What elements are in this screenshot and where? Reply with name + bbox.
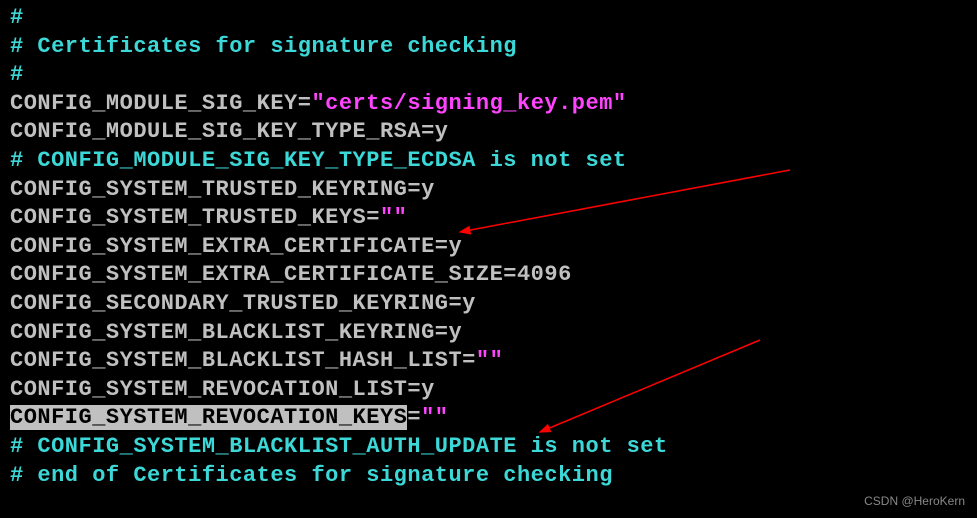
config-line: CONFIG_SYSTEM_EXTRA_CERTIFICATE=y — [10, 233, 967, 262]
equals-sign: = — [435, 234, 449, 259]
config-comment-line: # CONFIG_SYSTEM_BLACKLIST_AUTH_UPDATE is… — [10, 433, 967, 462]
config-line: CONFIG_SYSTEM_BLACKLIST_KEYRING=y — [10, 319, 967, 348]
config-line: CONFIG_MODULE_SIG_KEY_TYPE_RSA=y — [10, 118, 967, 147]
quote: " — [421, 405, 435, 430]
config-comment-line: # end of Certificates for signature chec… — [10, 462, 967, 491]
config-key-highlighted: CONFIG_SYSTEM_REVOCATION_KEYS — [10, 405, 407, 430]
config-key: CONFIG_SYSTEM_BLACKLIST_HASH_LIST — [10, 348, 462, 373]
watermark-text: CSDN @HeroKern — [864, 494, 965, 510]
quote: " — [490, 348, 504, 373]
quote: " — [380, 205, 394, 230]
equals-sign: = — [407, 177, 421, 202]
equals-sign: = — [448, 291, 462, 316]
config-line: CONFIG_SYSTEM_TRUSTED_KEYRING=y — [10, 176, 967, 205]
config-value: 4096 — [517, 262, 572, 287]
config-value: certs/signing_key.pem — [325, 91, 613, 116]
config-comment-line: # — [10, 4, 967, 33]
config-key: CONFIG_MODULE_SIG_KEY — [10, 91, 298, 116]
config-comment-line: # Certificates for signature checking — [10, 33, 967, 62]
equals-sign: = — [407, 377, 421, 402]
comment-text: # — [10, 5, 24, 30]
config-value: y — [421, 377, 435, 402]
config-key: CONFIG_MODULE_SIG_KEY_TYPE_RSA — [10, 119, 421, 144]
config-key: CONFIG_SYSTEM_REVOCATION_LIST — [10, 377, 407, 402]
comment-text: # CONFIG_MODULE_SIG_KEY_TYPE_ECDSA is no… — [10, 148, 627, 173]
quote: " — [435, 405, 449, 430]
config-line: CONFIG_SYSTEM_REVOCATION_LIST=y — [10, 376, 967, 405]
config-line: CONFIG_SYSTEM_TRUSTED_KEYS="" — [10, 204, 967, 233]
config-line: CONFIG_SYSTEM_REVOCATION_KEYS="" — [10, 404, 967, 433]
comment-text: # — [10, 62, 24, 87]
equals-sign: = — [462, 348, 476, 373]
config-value: y — [448, 234, 462, 259]
quote: " — [311, 91, 325, 116]
config-value: y — [462, 291, 476, 316]
config-value: y — [435, 119, 449, 144]
comment-text: # Certificates for signature checking — [10, 34, 517, 59]
config-key: CONFIG_SYSTEM_EXTRA_CERTIFICATE — [10, 234, 435, 259]
config-key: CONFIG_SECONDARY_TRUSTED_KEYRING — [10, 291, 448, 316]
quote: " — [394, 205, 408, 230]
config-key: CONFIG_SYSTEM_TRUSTED_KEYRING — [10, 177, 407, 202]
comment-text: # end of Certificates for signature chec… — [10, 463, 613, 488]
equals-sign: = — [298, 91, 312, 116]
config-value: y — [421, 177, 435, 202]
config-key: CONFIG_SYSTEM_TRUSTED_KEYS — [10, 205, 366, 230]
config-line: CONFIG_SYSTEM_BLACKLIST_HASH_LIST="" — [10, 347, 967, 376]
comment-text: # CONFIG_SYSTEM_BLACKLIST_AUTH_UPDATE is… — [10, 434, 668, 459]
config-key: CONFIG_SYSTEM_BLACKLIST_KEYRING — [10, 320, 435, 345]
config-key: CONFIG_SYSTEM_EXTRA_CERTIFICATE_SIZE — [10, 262, 503, 287]
config-line: CONFIG_SECONDARY_TRUSTED_KEYRING=y — [10, 290, 967, 319]
config-comment-line: # CONFIG_MODULE_SIG_KEY_TYPE_ECDSA is no… — [10, 147, 967, 176]
config-line: CONFIG_MODULE_SIG_KEY="certs/signing_key… — [10, 90, 967, 119]
quote: " — [613, 91, 627, 116]
config-comment-line: # — [10, 61, 967, 90]
equals-sign: = — [366, 205, 380, 230]
equals-sign: = — [503, 262, 517, 287]
equals-sign: = — [407, 405, 421, 430]
equals-sign: = — [435, 320, 449, 345]
quote: " — [476, 348, 490, 373]
config-value: y — [448, 320, 462, 345]
equals-sign: = — [421, 119, 435, 144]
config-line: CONFIG_SYSTEM_EXTRA_CERTIFICATE_SIZE=409… — [10, 261, 967, 290]
